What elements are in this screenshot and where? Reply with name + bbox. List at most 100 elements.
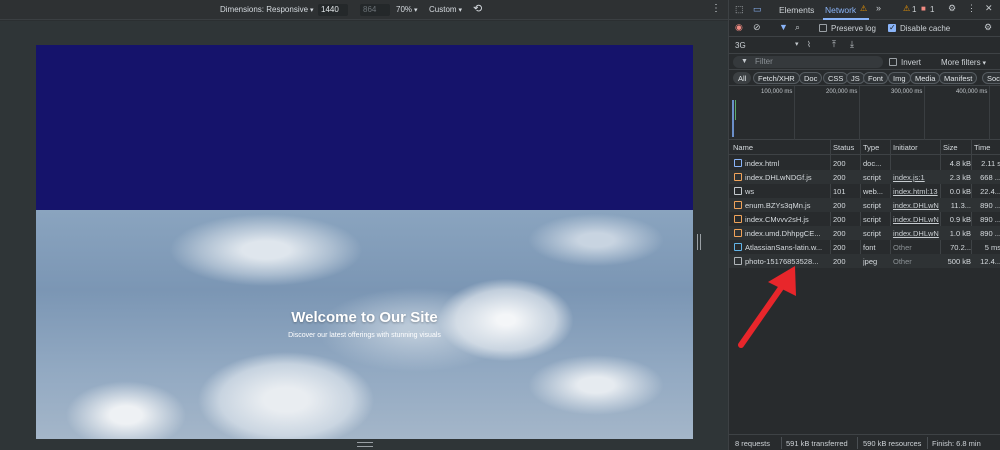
- table-row[interactable]: index.CMvvv2sH.js 200 script index.DHLwN 0.9…: [729, 212, 1000, 226]
- request-time: 668 ...: [980, 173, 1000, 182]
- filter-icon[interactable]: ▼: [779, 23, 788, 32]
- device-toggle-icon[interactable]: ▭: [753, 5, 762, 14]
- warning-icon[interactable]: ⚠: [903, 5, 910, 13]
- request-initiator[interactable]: index.DHLwN: [893, 215, 939, 224]
- hero-title: Welcome to Our Site: [291, 309, 438, 326]
- resize-handle-right[interactable]: [697, 234, 701, 250]
- width-input[interactable]: 1440: [318, 4, 348, 16]
- import-har-icon[interactable]: ⤒: [832, 40, 836, 49]
- more-icon[interactable]: ⋮: [967, 4, 976, 13]
- table-row[interactable]: ws 101 web... index.html:13 0.0 kB 22.4...: [729, 184, 1000, 198]
- timeline-gridline: [989, 86, 990, 140]
- request-size: 1.0 kB: [949, 229, 971, 238]
- request-type: font: [863, 243, 876, 252]
- column-status[interactable]: Status: [833, 143, 854, 152]
- clear-icon[interactable]: ⊘: [753, 23, 761, 32]
- column-type[interactable]: Type: [863, 143, 879, 152]
- device-toolbar: Dimensions: Responsive 1440 864 70% Cust…: [0, 0, 728, 20]
- request-size: 0.9 kB: [949, 215, 971, 224]
- settings-icon[interactable]: ⚙: [948, 4, 956, 13]
- more-filters-dropdown[interactable]: More filters: [941, 58, 986, 67]
- export-har-icon[interactable]: ⤓: [850, 40, 854, 49]
- request-size: 70.2...: [950, 243, 971, 252]
- zoom-dropdown[interactable]: 70%: [396, 5, 417, 14]
- error-icon[interactable]: ■: [921, 5, 926, 13]
- request-name: index.DHLwNDGf.js: [745, 173, 812, 182]
- request-time: 5 ms: [984, 243, 1000, 252]
- close-icon[interactable]: ✕: [985, 4, 993, 13]
- throttle-chevron-icon[interactable]: ▾: [795, 41, 799, 48]
- timeline-tick: 200,000 ms: [826, 89, 858, 95]
- table-row[interactable]: index.html 200 doc... 4.8 kB 2.11 s: [729, 156, 1000, 170]
- doc-file-icon: [734, 159, 742, 167]
- request-status: 101: [833, 187, 846, 196]
- type-js[interactable]: JS: [846, 72, 865, 84]
- request-size: 0.0 kB: [949, 187, 971, 196]
- type-all[interactable]: All: [733, 72, 752, 84]
- filter-input[interactable]: Filter: [733, 56, 883, 68]
- type-font[interactable]: Font: [863, 72, 889, 84]
- js-file-icon: [734, 229, 742, 237]
- type-media[interactable]: Media: [910, 72, 941, 84]
- timeline-gridline: [924, 86, 925, 140]
- warning-count: 1: [912, 5, 917, 14]
- column-initiator[interactable]: Initiator: [893, 143, 918, 152]
- network-toolbar: ◉ ⊘ ▼ ⌕ Preserve log Disable cache ⚙: [729, 20, 1000, 37]
- request-name: index.html: [745, 159, 780, 168]
- request-type: web...: [863, 187, 884, 196]
- status-divider: [857, 437, 858, 449]
- request-time: 890 ...: [980, 215, 1000, 224]
- throttle-dropdown[interactable]: Custom: [429, 5, 462, 14]
- request-initiator[interactable]: index.html:13: [893, 187, 939, 196]
- inspect-icon[interactable]: ⬚: [735, 5, 744, 14]
- resize-handle-bottom[interactable]: [357, 442, 373, 447]
- preserve-log-checkbox[interactable]: [819, 24, 827, 32]
- disable-cache-checkbox[interactable]: [888, 23, 896, 32]
- wifi-icon[interactable]: ⌇: [807, 41, 811, 49]
- table-row[interactable]: index.umd.DhhpgCE... 200 script index.DHLwN…: [729, 226, 1000, 240]
- request-status: 200: [833, 173, 846, 182]
- dimensions-dropdown[interactable]: Dimensions: Responsive: [220, 5, 314, 14]
- throttle-select[interactable]: 3G: [735, 41, 746, 50]
- timeline-tick: 100,000 ms: [761, 89, 793, 95]
- request-initiator[interactable]: index.DHLwN: [893, 229, 939, 238]
- rotate-icon[interactable]: ⟲: [473, 2, 482, 15]
- request-initiator[interactable]: index.js:1: [893, 173, 939, 182]
- type-css[interactable]: CSS: [823, 72, 849, 84]
- transferred-size: 591 kB transferred: [786, 439, 848, 448]
- request-initiator[interactable]: index.DHLwN: [893, 201, 939, 210]
- finish-time: Finish: 6.8 min: [932, 439, 981, 448]
- type-socket[interactable]: Sock: [982, 72, 1000, 84]
- timeline-tick: 400,000 ms: [956, 89, 988, 95]
- column-time[interactable]: Time: [974, 143, 990, 152]
- network-settings-icon[interactable]: ⚙: [984, 23, 992, 32]
- table-row[interactable]: enum.BZYs3qMn.js 200 script index.DHLwN 11.3…: [729, 198, 1000, 212]
- table-row[interactable]: AtlassianSans-latin.w... 200 font Other 70.2…: [729, 240, 1000, 254]
- height-input[interactable]: 864: [360, 4, 390, 16]
- request-time: 890 ...: [980, 229, 1000, 238]
- filter-input-icon: ▼: [741, 58, 748, 65]
- request-status: 200: [833, 215, 846, 224]
- type-img[interactable]: Img: [888, 72, 911, 84]
- tab-elements[interactable]: Elements: [779, 5, 814, 15]
- type-doc[interactable]: Doc: [799, 72, 823, 84]
- invert-checkbox[interactable]: [889, 58, 897, 66]
- network-overview-timeline[interactable]: 100,000 ms 200,000 ms 300,000 ms 400,000…: [729, 86, 1000, 140]
- js-file-icon: [734, 173, 742, 181]
- more-tabs-icon[interactable]: »: [876, 4, 881, 13]
- timeline-request-bar: [735, 100, 736, 120]
- request-table-header: Name Status Type Initiator Size Time: [729, 140, 1000, 155]
- request-status: 200: [833, 243, 846, 252]
- tab-network[interactable]: Network: [825, 5, 856, 15]
- ws-file-icon: [734, 187, 742, 195]
- type-fetch-xhr[interactable]: Fetch/XHR: [753, 72, 800, 84]
- column-name[interactable]: Name: [733, 143, 753, 152]
- more-options-icon[interactable]: ⋮: [711, 3, 721, 14]
- table-row[interactable]: index.DHLwNDGf.js 200 script index.js:1 2.3 …: [729, 170, 1000, 184]
- search-icon[interactable]: ⌕: [795, 23, 800, 32]
- hero-subtitle: Discover our latest offerings with stunn…: [288, 332, 441, 339]
- record-icon[interactable]: ◉: [735, 23, 743, 32]
- request-size: 500 kB: [947, 257, 971, 266]
- type-manifest[interactable]: Manifest: [939, 72, 978, 84]
- column-size[interactable]: Size: [943, 143, 958, 152]
